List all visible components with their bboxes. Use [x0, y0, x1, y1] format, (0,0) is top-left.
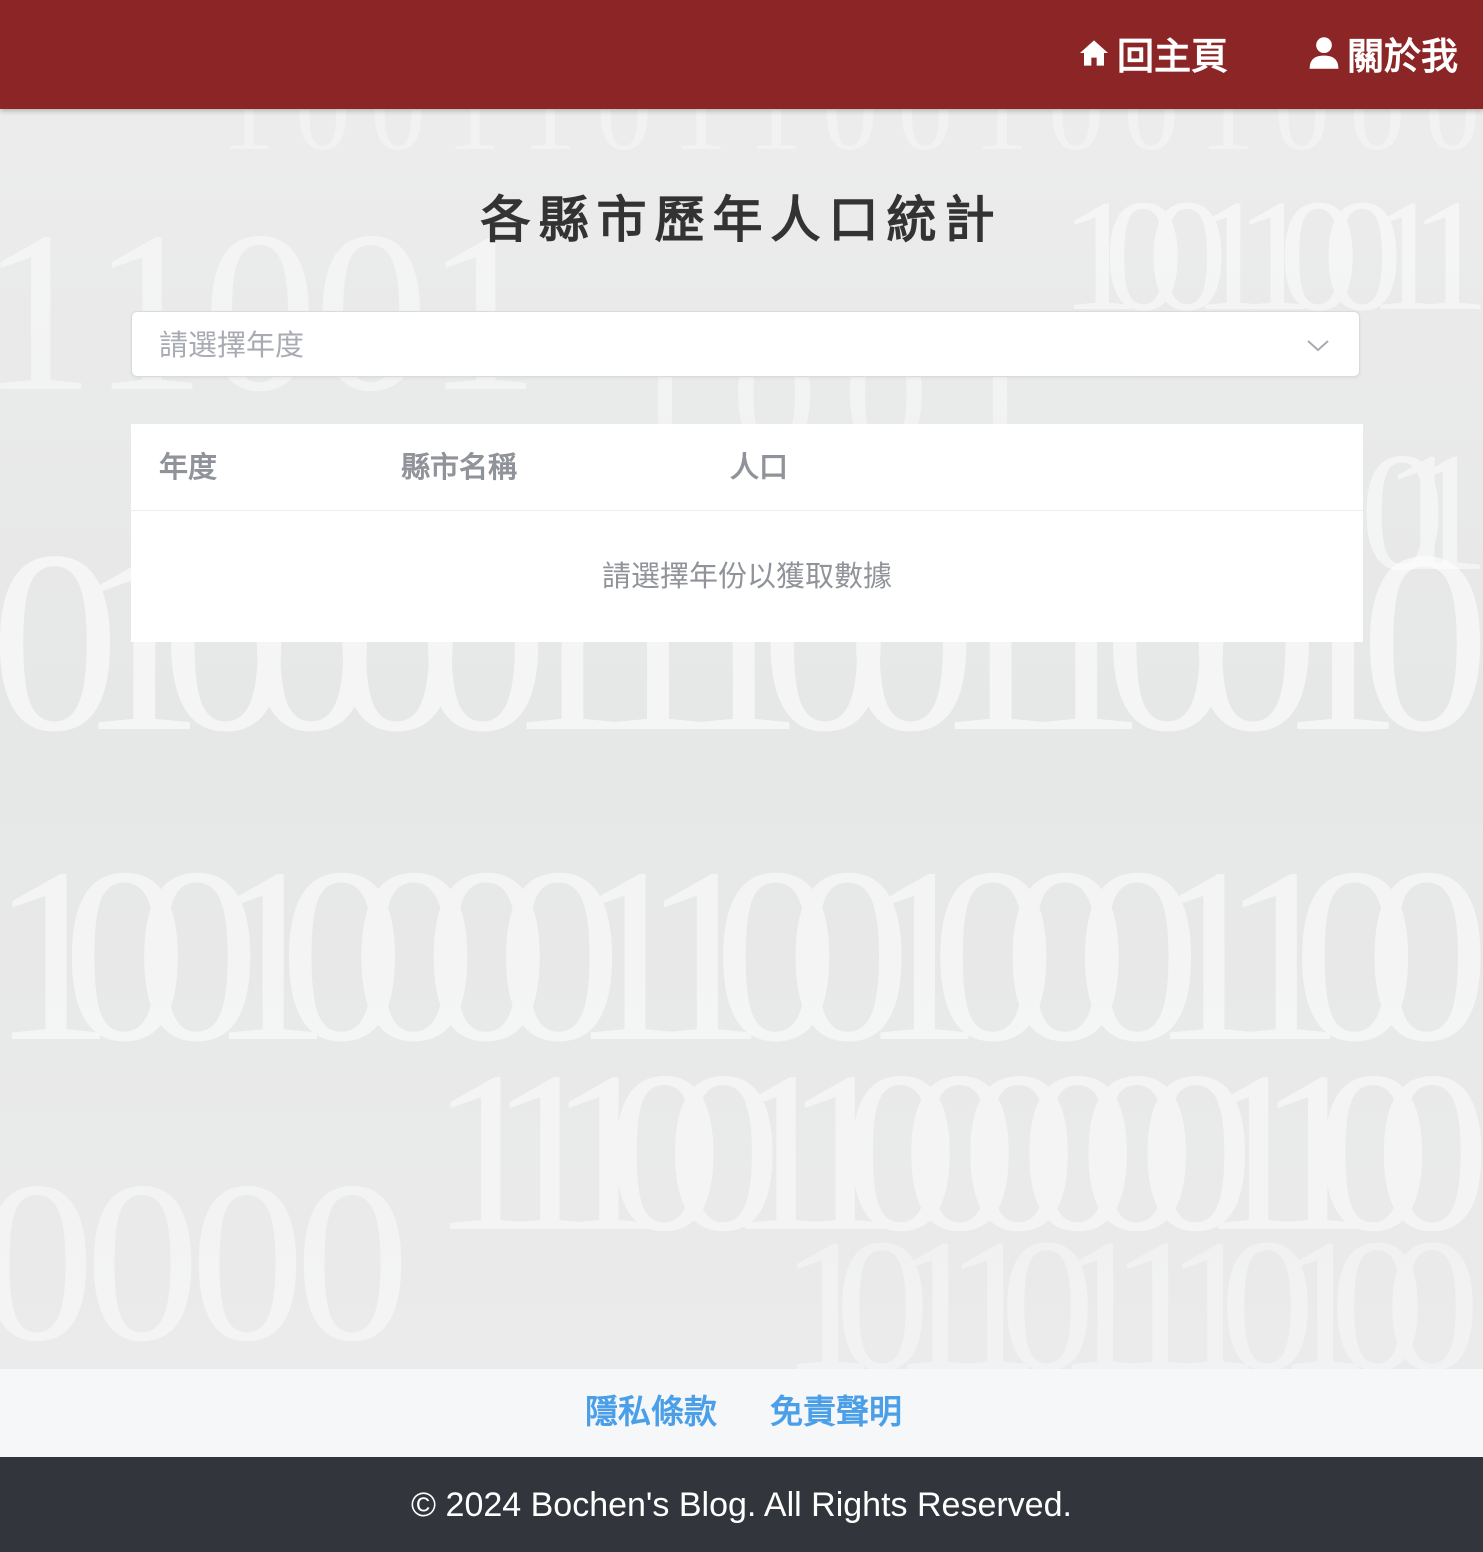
- footer-bottom: © 2024 Bochen's Blog. All Rights Reserve…: [0, 1457, 1483, 1552]
- svg-text:1 0 0 1 1 0 1 1 0 0 1 0 0 1 0: 1 0 0 1 1 0 1 1 0 0 1 0 0 1 0 0 0: [220, 109, 1480, 173]
- top-navbar: 回主頁 關於我: [0, 0, 1483, 109]
- binary-background-decoration: 1 0 0 1 1 0 1 1 0 0 1 0 0 1 0 0 0 1 1 0 …: [0, 109, 1483, 1369]
- column-header-year[interactable]: 年度: [159, 448, 217, 486]
- year-select-placeholder: 請選擇年度: [159, 328, 305, 362]
- footer-links-bar: 隱私條款 免責聲明: [0, 1369, 1483, 1457]
- svg-text:0 0 0 0: 0 0 0 0: [0, 1134, 410, 1369]
- column-header-county[interactable]: 縣市名稱: [401, 448, 517, 486]
- population-table: 年度 縣市名稱 人口 請選擇年份以獲取數據: [131, 424, 1363, 642]
- column-header-population[interactable]: 人口: [730, 448, 788, 486]
- chevron-down-icon: [1305, 334, 1331, 356]
- table-empty-message: 請選擇年份以獲取數據: [601, 559, 892, 593]
- year-select[interactable]: 請選擇年度: [131, 311, 1360, 377]
- about-link[interactable]: 關於我: [1307, 28, 1458, 78]
- home-link[interactable]: 回主頁: [1077, 28, 1228, 78]
- svg-text:1 0 1 1 0 1 1 1 0 1 0 0: 1 0 1 1 0 1 1 1 0 1 0 0: [780, 1201, 1480, 1369]
- disclaimer-link[interactable]: 免責聲明: [770, 1391, 902, 1433]
- copyright-text: © 2024 Bochen's Blog. All Rights Reserve…: [411, 1486, 1072, 1524]
- page-title: 各縣市歷年人口統計: [480, 190, 1003, 249]
- table-header: 年度 縣市名稱 人口: [131, 424, 1363, 511]
- home-icon: [1077, 35, 1111, 71]
- user-icon: [1307, 35, 1341, 71]
- privacy-policy-link[interactable]: 隱私條款: [585, 1391, 717, 1433]
- home-link-label: 回主頁: [1117, 35, 1228, 78]
- about-link-label: 關於我: [1347, 35, 1458, 78]
